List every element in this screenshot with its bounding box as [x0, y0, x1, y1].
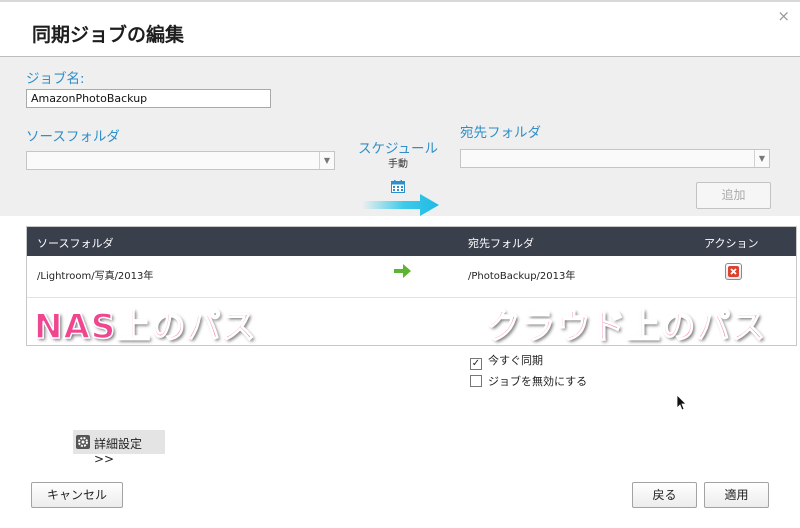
annotation-cloud-path: クラウド上のパス — [485, 306, 766, 348]
right-arrow-icon — [362, 194, 439, 216]
column-header-dest: 宛先フォルダ — [468, 237, 534, 250]
dest-folder-select[interactable]: ▼ — [460, 149, 770, 168]
disable-job-checkbox[interactable]: ジョブを無効にする — [470, 373, 587, 389]
disable-job-label: ジョブを無効にする — [488, 375, 588, 388]
back-button[interactable]: 戻る — [632, 482, 697, 508]
delete-icon — [728, 266, 739, 277]
gear-icon — [76, 435, 90, 449]
calendar-icon[interactable] — [391, 180, 405, 193]
annotation-nas-path: NAS上のパス — [33, 306, 257, 348]
sync-now-label: 今すぐ同期 — [488, 354, 543, 367]
right-arrow-icon — [394, 264, 411, 278]
cursor-icon — [676, 394, 687, 411]
table-header: ソースフォルダ 宛先フォルダ アクション — [27, 227, 796, 256]
row-dest-path: /PhotoBackup/2013年 — [468, 271, 576, 282]
add-button[interactable]: 追加 — [696, 182, 771, 209]
cancel-button[interactable]: キャンセル — [31, 482, 123, 508]
schedule-mode: 手動 — [388, 159, 408, 170]
job-name-label: ジョブ名: — [26, 71, 85, 87]
advanced-settings-label: 詳細設定 >> — [94, 437, 143, 466]
delete-button[interactable] — [725, 263, 742, 280]
row-source-path: /Lightroom/写真/2013年 — [37, 271, 154, 282]
schedule-label: スケジュール — [358, 141, 439, 157]
dest-folder-label: 宛先フォルダ — [460, 125, 541, 141]
column-header-action: アクション — [704, 237, 759, 250]
apply-button[interactable]: 適用 — [704, 482, 769, 508]
sync-now-checkbox[interactable]: ✓ 今すぐ同期 — [470, 352, 543, 370]
checkbox-box — [470, 375, 482, 387]
dialog-title: 同期ジョブの編集 — [32, 24, 185, 46]
column-header-source: ソースフォルダ — [37, 237, 114, 250]
close-icon[interactable]: × — [777, 6, 790, 26]
job-name-input[interactable] — [26, 89, 271, 108]
chevron-down-icon: ▼ — [754, 150, 769, 167]
table-row[interactable]: /Lightroom/写真/2013年 /PhotoBackup/2013年 — [27, 256, 796, 298]
advanced-settings-button[interactable]: 詳細設定 >> — [73, 430, 165, 466]
source-folder-select[interactable]: ▼ — [26, 151, 335, 170]
check-icon: ✓ — [470, 358, 482, 370]
job-settings-panel: ジョブ名: ソースフォルダ ▼ スケジュール 手動 — [0, 56, 800, 216]
source-folder-label: ソースフォルダ — [26, 129, 120, 145]
edit-sync-job-dialog: × 同期ジョブの編集 ジョブ名: ソースフォルダ ▼ スケジュール 手動 — [0, 0, 800, 528]
chevron-down-icon: ▼ — [319, 152, 334, 169]
